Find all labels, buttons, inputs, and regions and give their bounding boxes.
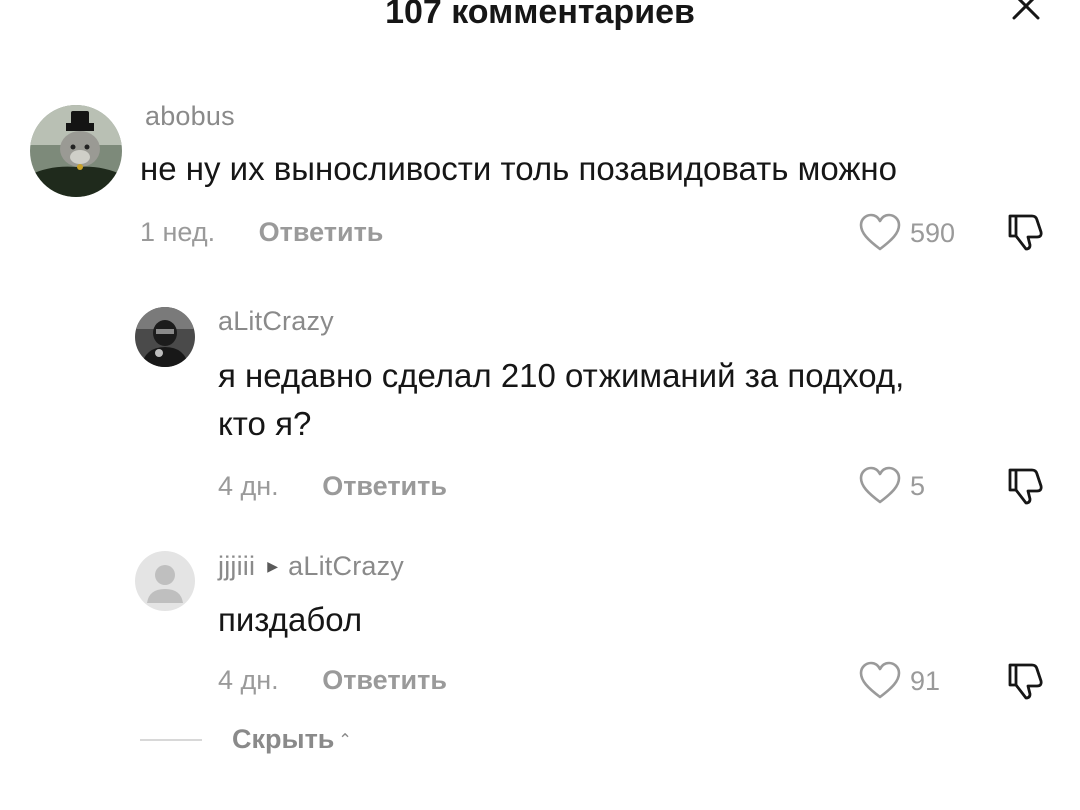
default-avatar-icon bbox=[135, 551, 195, 611]
comment-text-line1: я недавно сделал 210 отжиманий за подход… bbox=[218, 357, 905, 394]
comment-username[interactable]: abobus bbox=[145, 101, 235, 132]
person-avatar-icon bbox=[135, 307, 195, 367]
like-button[interactable]: 5 bbox=[858, 466, 925, 506]
heart-icon bbox=[859, 661, 901, 699]
hide-replies-label: Скрыть bbox=[232, 724, 335, 754]
comment-text: пиздабол bbox=[218, 601, 363, 638]
comment-time: 4 дн. bbox=[218, 665, 279, 695]
like-button[interactable]: 91 bbox=[858, 661, 940, 701]
comment-text-line2: кто я? bbox=[218, 405, 312, 442]
dislike-button[interactable] bbox=[1002, 212, 1046, 252]
heart-icon bbox=[859, 466, 901, 504]
cat-avatar-icon bbox=[30, 105, 122, 197]
hide-replies-button[interactable]: Скрыть ⌃ bbox=[140, 724, 352, 755]
reply-button[interactable]: Ответить bbox=[259, 217, 384, 247]
like-count: 5 bbox=[910, 470, 926, 501]
reply-arrow-icon: ▶ bbox=[267, 558, 279, 574]
close-button[interactable] bbox=[1002, 0, 1052, 34]
reply-button[interactable]: Ответить bbox=[322, 665, 447, 695]
dislike-button[interactable] bbox=[1002, 661, 1046, 701]
avatar[interactable] bbox=[135, 551, 195, 611]
comment-username-row: jjjiii ▶ aLitCrazy bbox=[218, 551, 404, 582]
comment-meta: 1 нед. Ответить bbox=[140, 217, 383, 248]
comment-username[interactable]: jjjiii bbox=[218, 551, 255, 581]
comment-time: 1 нед. bbox=[140, 217, 216, 247]
like-count: 590 bbox=[910, 217, 956, 248]
dislike-icon bbox=[1008, 663, 1043, 700]
dislike-icon bbox=[1008, 468, 1043, 505]
like-button[interactable]: 590 bbox=[858, 213, 955, 253]
chevron-up-icon: ⌃ bbox=[338, 731, 352, 749]
avatar[interactable] bbox=[135, 307, 195, 367]
dislike-icon bbox=[1008, 214, 1043, 251]
like-count: 91 bbox=[910, 665, 941, 696]
comment-username[interactable]: aLitCrazy bbox=[218, 306, 334, 337]
comment-meta: 4 дн. Ответить bbox=[218, 665, 447, 696]
comment-time: 4 дн. bbox=[218, 471, 279, 501]
avatar[interactable] bbox=[30, 105, 122, 197]
close-icon bbox=[1012, 0, 1040, 20]
comment-meta: 4 дн. Ответить bbox=[218, 471, 447, 502]
reply-button[interactable]: Ответить bbox=[322, 471, 447, 501]
comment-text: не ну их выносливости толь позавидовать … bbox=[140, 150, 897, 187]
comments-count-title: 107 комментариев bbox=[385, 0, 695, 31]
reply-to-username[interactable]: aLitCrazy bbox=[288, 551, 404, 581]
dislike-button[interactable] bbox=[1002, 466, 1046, 506]
divider bbox=[140, 738, 202, 741]
heart-icon bbox=[859, 213, 901, 251]
